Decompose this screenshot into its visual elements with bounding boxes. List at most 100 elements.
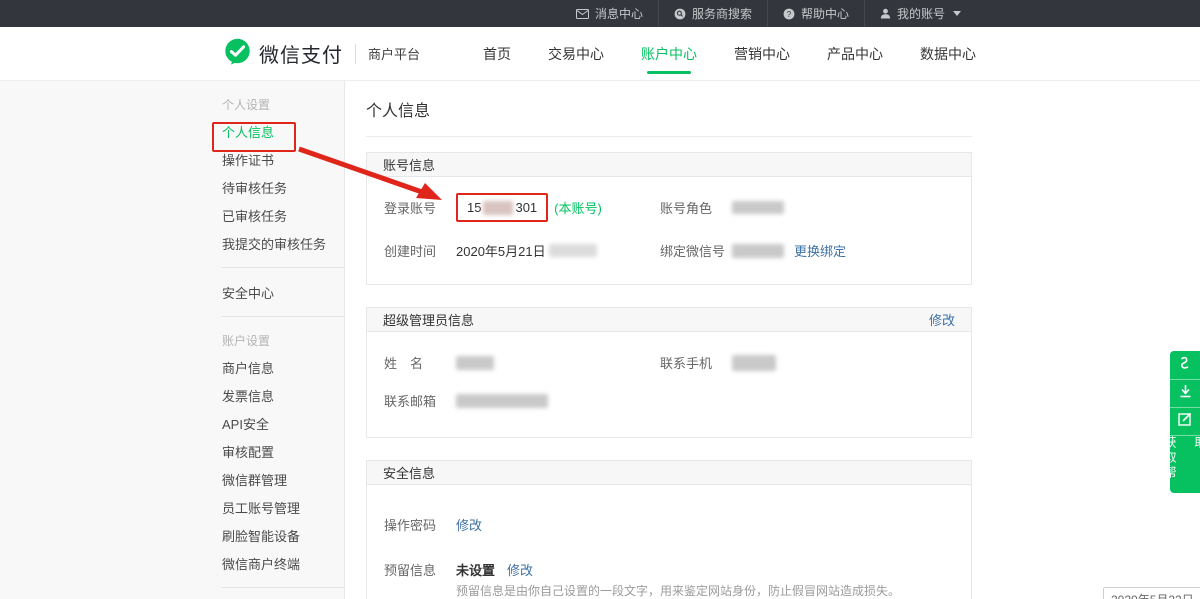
nav-account-center[interactable]: 账户中心	[641, 27, 697, 80]
topbar-item-provider-search[interactable]: 服务商搜索	[658, 0, 767, 27]
nav-marketing-center[interactable]: 营销中心	[734, 27, 790, 80]
login-account-value: 301	[515, 200, 537, 215]
page-title: 个人信息	[366, 81, 1200, 136]
download-button[interactable]	[1170, 379, 1200, 407]
sidebar: 个人设置 个人信息 操作证书 待审核任务 已审核任务 我提交的审核任务 安全中心…	[0, 81, 345, 599]
feedback-icon	[1178, 412, 1192, 431]
svg-text:?: ?	[787, 9, 792, 18]
field-label: 创建时间	[384, 241, 456, 260]
sidebar-item-security-center[interactable]: 安全中心	[222, 278, 345, 306]
admin-email-field: 联系邮箱	[384, 391, 660, 410]
topbar-item-help-center[interactable]: ? 帮助中心	[767, 0, 864, 27]
topbar-item-label: 消息中心	[595, 5, 643, 22]
created-time-field: 创建时间 2020年5月21日	[384, 241, 660, 260]
help-icon: ?	[783, 8, 795, 20]
admin-name-field: 姓 名	[384, 353, 660, 372]
admin-phone-field: 联系手机	[660, 353, 954, 372]
nav-product-center[interactable]: 产品中心	[827, 27, 883, 80]
topbar-item-label: 我的账号	[897, 5, 945, 22]
sidebar-item-face-smart-device[interactable]: 刷脸智能设备	[222, 521, 345, 549]
sidebar-item-pending-review-tasks[interactable]: 待审核任务	[222, 173, 345, 201]
get-help-button[interactable]: 获取帮助	[1170, 435, 1200, 493]
sidebar-group-personal-settings: 个人设置	[222, 91, 345, 117]
field-label: 登录账号	[384, 198, 456, 217]
header: 微信支付 商户平台 首页 交易中心 账户中心 营销中心 产品中心 数据中心	[0, 27, 1200, 81]
sidebar-item-personal-info[interactable]: 个人信息	[222, 117, 345, 145]
wechat-pay-logo-icon	[224, 38, 251, 70]
edit-admin-link[interactable]: 修改	[929, 310, 955, 329]
brand[interactable]: 微信支付 商户平台	[224, 38, 420, 70]
date-tooltip: 2020年5月22日	[1103, 587, 1200, 599]
field-label: 联系邮箱	[384, 391, 456, 410]
sidebar-item-wechat-merchant-terminal[interactable]: 微信商户终端	[222, 549, 345, 577]
field-label: 姓 名	[384, 353, 456, 372]
sidebar-item-staff-account-management[interactable]: 员工账号管理	[222, 493, 345, 521]
account-info-section: 账号信息 登录账号 15301 (本账号) 账号角色 创建时间 2020年	[366, 152, 972, 285]
feedback-button[interactable]	[1170, 407, 1200, 435]
nav-home[interactable]: 首页	[483, 27, 511, 80]
bound-wechat-field: 绑定微信号 更换绑定	[660, 241, 954, 260]
security-info-section: 安全信息 操作密码 修改 预留信息 未设置 修改 预留信息是由你自己设置的一段文…	[366, 460, 972, 599]
brand-divider	[355, 44, 356, 64]
sidebar-item-operation-certificate[interactable]: 操作证书	[222, 145, 345, 173]
sidebar-item-my-submitted-tasks[interactable]: 我提交的审核任务	[222, 229, 345, 257]
section-title: 安全信息	[383, 463, 435, 482]
section-title: 账号信息	[383, 155, 435, 174]
created-time-value: 2020年5月21日	[456, 241, 546, 260]
account-role-field: 账号角色	[660, 198, 954, 217]
get-help-label: 获取帮助	[1155, 436, 1200, 493]
topbar-item-my-account[interactable]: 我的账号	[864, 0, 976, 27]
field-label: 操作密码	[384, 515, 456, 534]
redacted-account-role	[732, 201, 784, 214]
nav-data-center[interactable]: 数据中心	[920, 27, 976, 80]
sidebar-item-wechat-group-management[interactable]: 微信群管理	[222, 465, 345, 493]
login-account-value: 15	[467, 200, 481, 215]
topbar-item-label: 服务商搜索	[692, 5, 752, 22]
sidebar-item-invoice-info[interactable]: 发票信息	[222, 381, 345, 409]
customer-service-icon	[1178, 356, 1192, 375]
login-account-field: 登录账号 15 301 (本账号)	[384, 198, 660, 217]
redacted-login-digits	[483, 201, 513, 215]
main-nav: 首页 交易中心 账户中心 营销中心 产品中心 数据中心	[446, 27, 976, 80]
topbar-item-messages[interactable]: 消息中心	[561, 0, 658, 27]
reserved-info-description: 预留信息是由你自己设置的一段文字，用来鉴定网站身份，防止假冒网站造成损失。 配置…	[456, 583, 954, 599]
brand-portal: 商户平台	[368, 44, 420, 63]
download-icon	[1179, 384, 1192, 403]
field-label: 预留信息	[384, 560, 456, 579]
brand-name: 微信支付	[259, 39, 343, 68]
mail-icon	[576, 9, 589, 19]
main-content: 个人信息 账号信息 登录账号 15 301 (本账号) 账号角色	[345, 81, 1200, 599]
redacted-admin-email	[456, 394, 548, 408]
topbar: 消息中心 服务商搜索 ? 帮助中心 我的账号	[0, 0, 1200, 27]
redacted-admin-phone	[732, 355, 776, 371]
field-label: 绑定微信号	[660, 241, 732, 260]
reserved-info-field: 预留信息 未设置 修改	[384, 560, 954, 579]
title-divider	[366, 136, 972, 137]
customer-service-button[interactable]	[1170, 351, 1200, 379]
field-label: 联系手机	[660, 353, 732, 372]
redacted-wechat-id	[732, 244, 784, 258]
current-account-tag: (本账号)	[554, 198, 602, 217]
sidebar-group-account-settings: 账户设置	[222, 327, 345, 353]
redacted-admin-name	[456, 356, 494, 370]
operation-password-field: 操作密码 修改	[384, 515, 954, 534]
reserved-info-status: 未设置	[456, 560, 495, 579]
floating-help-menu: 获取帮助	[1170, 351, 1200, 493]
topbar-item-label: 帮助中心	[801, 5, 849, 22]
sidebar-item-review-config[interactable]: 审核配置	[222, 437, 345, 465]
sidebar-divider	[222, 587, 345, 588]
change-password-link[interactable]: 修改	[456, 515, 482, 534]
redacted-created-detail	[549, 244, 597, 257]
search-icon	[674, 8, 686, 20]
super-admin-section: 超级管理员信息 修改 姓 名 联系手机 联系邮箱	[366, 307, 972, 438]
chevron-down-icon	[953, 11, 961, 16]
sidebar-item-api-security[interactable]: API安全	[222, 409, 345, 437]
field-label: 账号角色	[660, 198, 732, 217]
set-reserved-info-link[interactable]: 修改	[507, 560, 533, 579]
sidebar-item-merchant-info[interactable]: 商户信息	[222, 353, 345, 381]
nav-transaction-center[interactable]: 交易中心	[548, 27, 604, 80]
login-account-annotation-box: 15 301	[456, 193, 548, 223]
sidebar-item-reviewed-tasks[interactable]: 已审核任务	[222, 201, 345, 229]
section-title: 超级管理员信息	[383, 310, 474, 329]
change-binding-link[interactable]: 更换绑定	[794, 241, 846, 260]
